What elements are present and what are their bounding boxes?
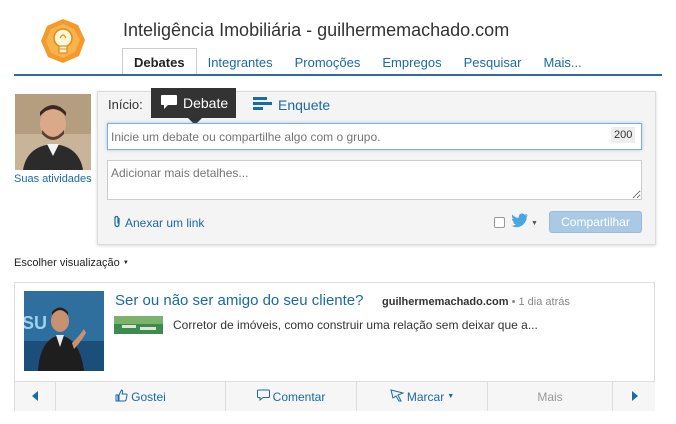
comment-button[interactable]: Comentar [226,382,357,411]
paperclip-icon [112,215,122,231]
speech-bubble-icon [160,94,178,113]
post-link-thumbnail[interactable] [114,316,163,334]
caret-left-icon [31,390,39,404]
post-snippet: Corretor de imóveis, como construir uma … [173,318,538,332]
tab-integrantes[interactable]: Integrantes [197,48,284,75]
chevron-down-icon: ▼ [531,219,538,227]
group-title: Inteligência Imobiliária - guilhermemach… [123,20,510,40]
discussion-topic-input[interactable] [107,123,642,150]
tab-promocoes[interactable]: Promoções [284,48,372,75]
next-button[interactable] [613,382,655,411]
like-button[interactable]: Gostei [56,382,226,411]
view-selector[interactable]: Escolher visualização ▼ [14,257,129,269]
tab-mais[interactable]: Mais... [532,48,592,75]
post-meta: guilhermemachado.com • 1 dia atrás [382,296,570,308]
share-on-twitter-checkbox[interactable] [494,217,505,228]
chevron-down-icon: ▼ [447,393,455,400]
comment-label: Comentar [272,389,326,404]
post-title-link[interactable]: Ser ou não ser amigo do seu cliente? [115,292,364,309]
attach-link-button[interactable]: Anexar um link [112,215,204,231]
post-timestamp: • 1 dia atrás [508,296,570,308]
poll-type-label: Enquete [278,96,331,113]
group-tabs: Debates Integrantes Promoções Empregos P… [122,48,593,75]
more-label: Mais [537,389,563,404]
flag-label: Marcar [406,389,445,404]
debate-type-tab[interactable]: Debate [151,88,236,125]
post-author-photo[interactable]: SU [24,291,104,371]
group-logo [40,18,86,64]
tab-debates[interactable]: Debates [122,48,197,75]
char-counter: 200 [611,127,636,143]
svg-text:SU: SU [24,313,47,333]
flag-button[interactable]: Marcar ▼ [357,382,488,411]
your-activity-link[interactable]: Suas atividades [14,173,92,185]
debate-type-label: Debate [183,95,229,111]
twitter-icon [511,213,529,233]
flag-icon [390,388,405,405]
twitter-dropdown[interactable]: ▼ [511,213,538,233]
attach-link-label: Anexar um link [125,216,205,230]
post-source: guilhermemachado.com [382,296,509,308]
user-avatar[interactable] [15,94,91,170]
more-button[interactable]: Mais [488,382,613,411]
thumbs-up-icon [115,388,128,405]
start-label: Início: [108,97,143,112]
discussion-details-input[interactable] [107,160,642,200]
post-action-bar: Gostei Comentar Marcar ▼ Mais [15,381,655,411]
chevron-down-icon: ▼ [122,260,129,267]
share-button[interactable]: Compartilhar [549,211,642,233]
previous-button[interactable] [15,382,56,411]
like-label: Gostei [131,389,166,404]
comment-icon [256,389,270,404]
poll-icon [253,96,273,113]
view-selector-label: Escolher visualização [14,257,120,269]
caret-right-icon [631,390,638,404]
tab-empregos[interactable]: Empregos [371,48,452,75]
poll-type-tab[interactable]: Enquete [253,96,330,113]
tab-pesquisar[interactable]: Pesquisar [453,48,533,75]
tabs-divider [14,74,662,76]
